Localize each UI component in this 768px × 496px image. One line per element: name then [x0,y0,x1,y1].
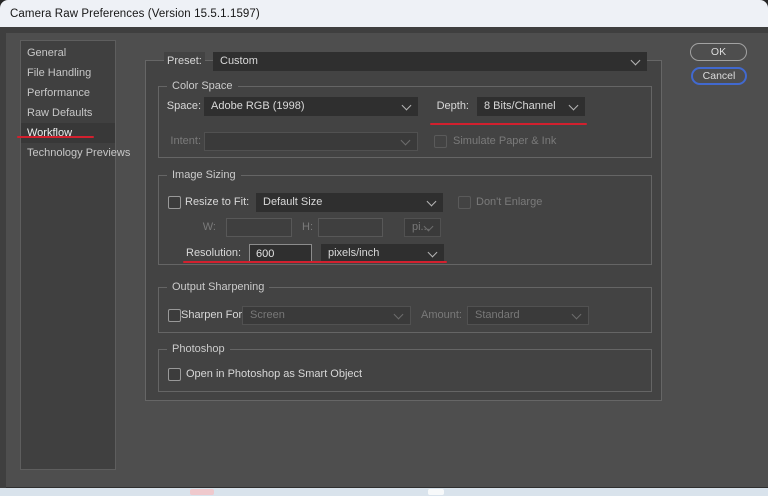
dont-enlarge-label: Don't Enlarge [476,193,542,212]
intent-select [204,132,418,151]
desktop-strip [0,488,768,496]
sidebar-item-workflow[interactable]: Workflow [21,123,115,143]
size-unit-select: pi... [404,218,441,237]
width-label: W: [197,218,216,237]
simulate-paper-ink-checkbox [434,135,447,148]
sidebar-item-performance[interactable]: Performance [21,83,115,103]
sidebar-item-general[interactable]: General [21,43,115,63]
amount-select: Standard [467,306,589,325]
sharpen-for-label: Sharpen For: [181,306,245,325]
window-title: Camera Raw Preferences (Version 15.5.1.1… [10,8,260,20]
image-sizing-title: Image Sizing [167,169,241,182]
dont-enlarge-checkbox [458,196,471,209]
depth-select[interactable]: 8 Bits/Channel [477,97,585,116]
image-sizing-section: Image Sizing Resize to Fit: Default Size… [158,175,652,265]
width-input [226,218,292,237]
height-label: H: [299,218,313,237]
photoshop-title: Photoshop [167,343,230,356]
color-space-section: Color Space Space: Adobe RGB (1998) Dept… [158,86,652,158]
open-as-smart-object-checkbox[interactable] [168,368,181,381]
resize-to-fit-label: Resize to Fit: [185,193,249,212]
intent-label: Intent: [159,132,201,151]
preset-select[interactable]: Custom [213,52,647,71]
ok-button[interactable]: OK [690,43,747,61]
sidebar-item-technology-previews[interactable]: Technology Previews [21,143,115,163]
chevron-down-icon [401,136,411,146]
output-sharpening-section: Output Sharpening Sharpen For: Screen Am… [158,287,652,333]
taskbar-icon-blob [428,489,444,495]
title-bar[interactable]: Camera Raw Preferences (Version 15.5.1.1… [0,0,768,27]
height-input [318,218,383,237]
sharpen-for-select: Screen [242,306,411,325]
photoshop-section: Photoshop Open in Photoshop as Smart Obj… [158,349,652,392]
simulate-paper-ink-label: Simulate Paper & Ink [453,132,556,151]
output-sharpening-title: Output Sharpening [167,281,269,294]
sidebar-item-file-handling[interactable]: File Handling [21,63,115,83]
preset-label: Preset: [164,52,205,71]
preferences-sidebar: General File Handling Performance Raw De… [20,40,116,470]
depth-label: Depth: [434,97,469,116]
open-as-smart-object-label: Open in Photoshop as Smart Object [186,365,362,384]
sidebar-item-raw-defaults[interactable]: Raw Defaults [21,103,115,123]
sharpen-for-checkbox[interactable] [168,309,181,322]
amount-label: Amount: [421,306,461,325]
cancel-button[interactable]: Cancel [691,67,747,85]
space-select[interactable]: Adobe RGB (1998) [204,97,418,116]
camera-raw-preferences-dialog: Camera Raw Preferences (Version 15.5.1.1… [0,0,768,496]
resize-to-fit-checkbox[interactable] [168,196,181,209]
window-edge [0,33,6,488]
titlebar-shadow [0,27,768,33]
resize-to-fit-select[interactable]: Default Size [256,193,443,212]
color-space-title: Color Space [167,80,238,93]
space-label: Space: [159,97,201,116]
taskbar-icon-blob [190,489,214,495]
